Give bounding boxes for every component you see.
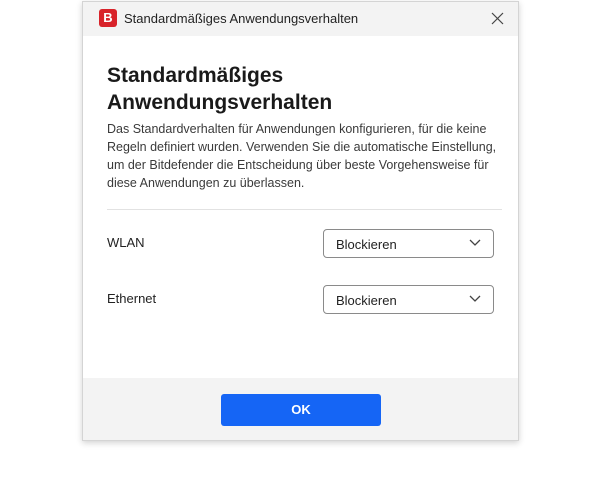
ethernet-dropdown-value: Blockieren	[336, 293, 397, 308]
heading-line-1: Standardmäßiges	[107, 64, 284, 87]
wlan-label: WLAN	[107, 235, 145, 250]
ethernet-dropdown[interactable]: Blockieren	[323, 285, 494, 314]
close-button[interactable]	[484, 6, 510, 32]
chevron-down-icon	[469, 295, 481, 302]
bitdefender-logo-icon: B	[99, 9, 117, 27]
title-bar: B Standardmäßiges Anwendungsverhalten	[83, 2, 518, 36]
chevron-down-icon	[469, 239, 481, 246]
wlan-dropdown-value: Blockieren	[336, 237, 397, 252]
close-icon	[491, 12, 503, 25]
ok-button[interactable]: OK	[221, 394, 381, 426]
divider	[107, 209, 502, 210]
dialog-content: Standardmäßiges Anwendungsverhalten Das …	[107, 36, 503, 192]
dialog-footer: OK	[83, 378, 518, 440]
dialog-heading: Standardmäßiges Anwendungsverhalten	[107, 62, 503, 116]
dialog-description: Das Standardverhalten für Anwendungen ko…	[107, 122, 497, 190]
window-title: Standardmäßiges Anwendungsverhalten	[124, 11, 359, 26]
heading-line-2: Anwendungsverhalten	[107, 91, 333, 114]
default-app-behavior-dialog: B Standardmäßiges Anwendungsverhalten St…	[82, 1, 519, 441]
ethernet-label: Ethernet	[107, 291, 157, 306]
wlan-dropdown[interactable]: Blockieren	[323, 229, 494, 258]
